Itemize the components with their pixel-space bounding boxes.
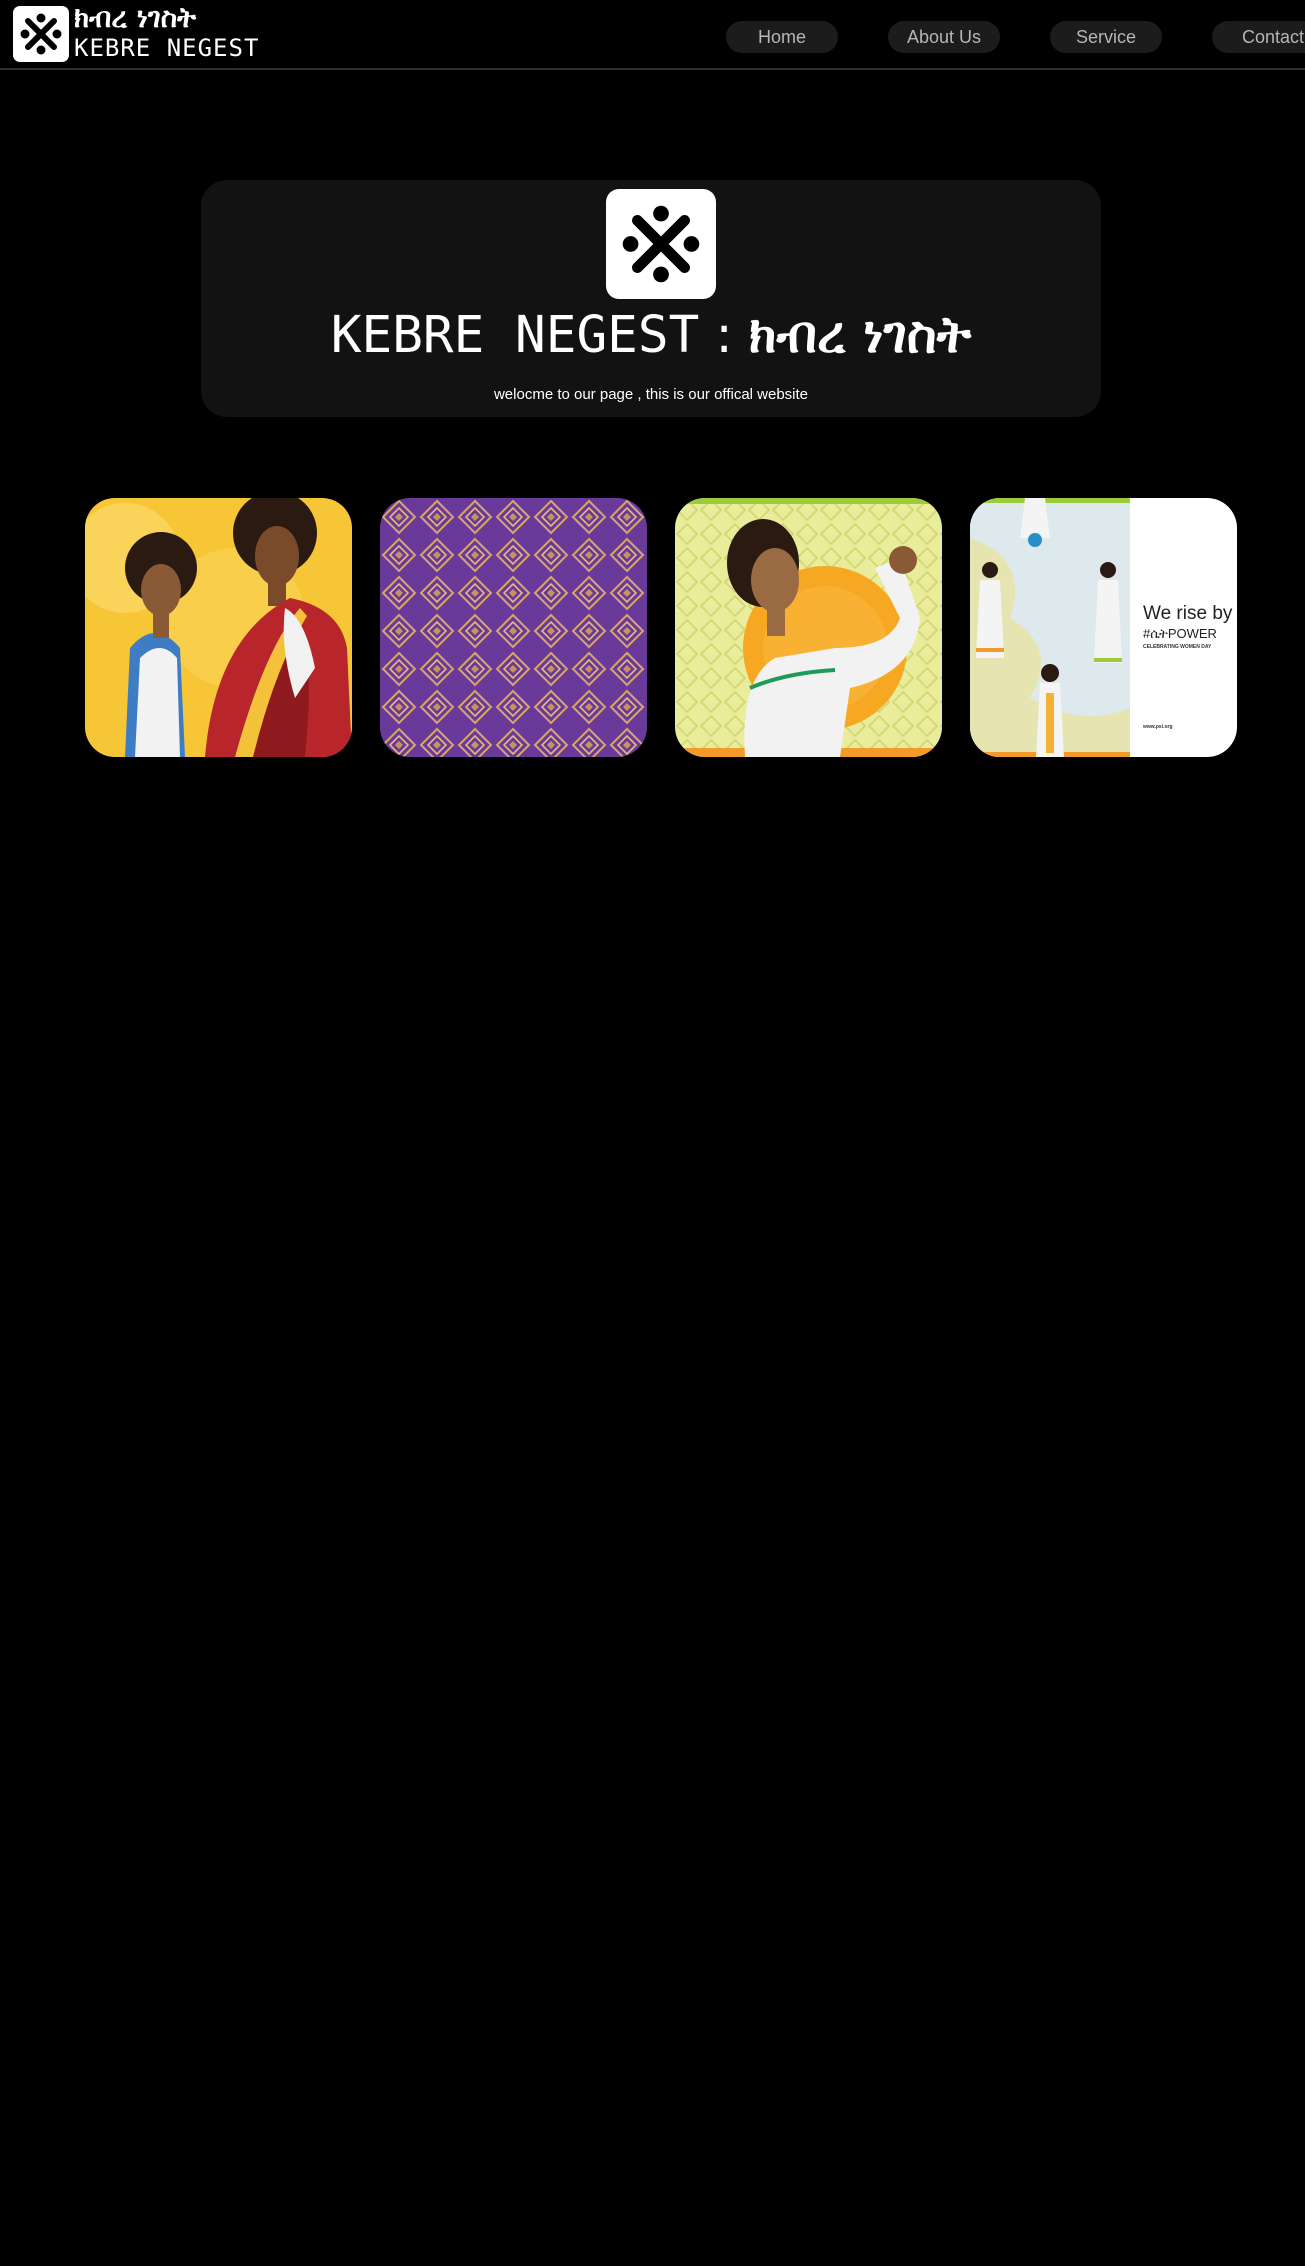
hero-title-english: KEBRE NEGEST <box>330 306 700 365</box>
hero-title-amharic: ክብረ ነገስት <box>748 306 972 365</box>
gallery-card-pattern[interactable] <box>380 498 647 757</box>
purple-pattern <box>380 498 647 757</box>
poster-caption: CELEBRATING WOMEN DAY <box>1143 644 1212 650</box>
nav-about-button[interactable]: About Us <box>888 21 1000 53</box>
hero-logo <box>606 189 716 299</box>
poster-headline: We rise by l <box>1143 603 1237 624</box>
site-logo[interactable] <box>13 6 69 62</box>
site-header: ክብረ ነገስት KEBRE NEGEST Home About Us Serv… <box>0 0 1305 70</box>
gallery-card-two-women[interactable] <box>85 498 352 757</box>
hero-title-separator: : <box>715 306 733 365</box>
poster-hashtag: #ሴትPOWER <box>1143 626 1217 641</box>
gallery-card-women-day[interactable]: We rise by l #ሴትPOWER CELEBRATING WOMEN … <box>970 498 1237 757</box>
poster-url: www.psi.org <box>1142 724 1173 730</box>
nav-home-button[interactable]: Home <box>726 21 838 53</box>
brand-name-english: KEBRE NEGEST <box>74 34 260 62</box>
hero-subtitle: welocme to our page , this is our offica… <box>493 386 809 403</box>
two-women-illustration <box>85 498 352 757</box>
women-day-poster: We rise by l #ሴትPOWER CELEBRATING WOMEN … <box>970 498 1237 757</box>
woman-flexing-illustration <box>675 498 942 757</box>
nav-contact-button[interactable]: Contact <box>1212 21 1305 53</box>
cross-knot-icon <box>622 205 700 283</box>
brand-name-amharic: ክብረ ነገስት <box>74 1 197 34</box>
cross-knot-icon <box>20 13 62 55</box>
hero-title: KEBRE NEGEST : ክብረ ነገስት <box>201 304 1101 368</box>
gallery-card-strong-woman[interactable] <box>675 498 942 757</box>
hero-panel: KEBRE NEGEST : ክብረ ነገስት welocme to our p… <box>201 180 1101 417</box>
nav-service-button[interactable]: Service <box>1050 21 1162 53</box>
